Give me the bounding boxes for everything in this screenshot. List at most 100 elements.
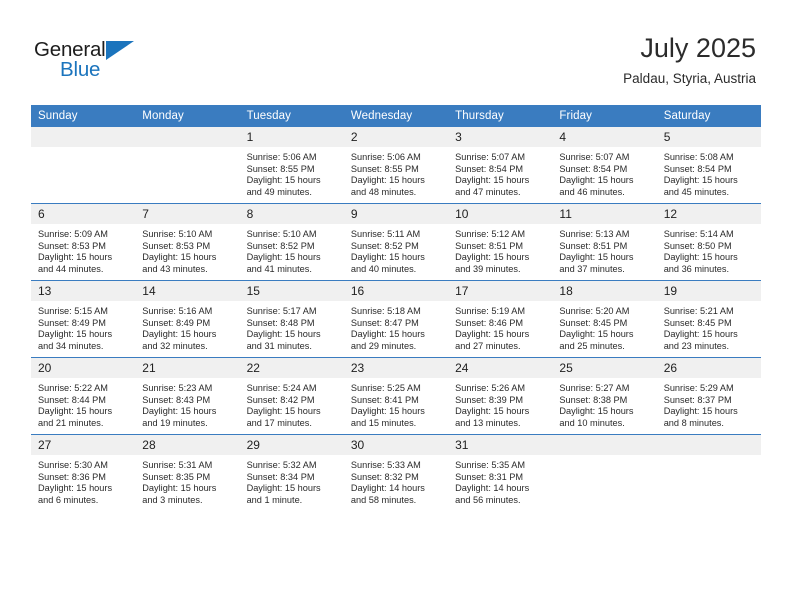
calendar-cell-empty	[135, 127, 240, 204]
calendar-day-cell[interactable]: 17 Sunrise: 5:19 AM Sunset: 8:46 PM Dayligh…	[448, 280, 553, 358]
sunrise-text: Sunrise: 5:32 AM	[246, 460, 317, 470]
calendar-day-cell[interactable]: 11 Sunrise: 5:13 AM Sunset: 8:51 PM Dayligh…	[552, 203, 657, 281]
sunrise-text: Sunrise: 5:13 AM	[559, 229, 630, 239]
calendar-day-cell[interactable]: 13 Sunrise: 5:15 AM Sunset: 8:49 PM Dayligh…	[31, 280, 136, 358]
day-details: Sunrise: 5:07 AM Sunset: 8:54 PM Daylight:…	[552, 147, 656, 198]
day-details: Sunrise: 5:29 AM Sunset: 8:37 PM Daylight:…	[657, 378, 761, 429]
day-details: Sunrise: 5:35 AM Sunset: 8:31 PM Daylight:…	[448, 455, 552, 506]
day-details: Sunrise: 5:30 AM Sunset: 8:36 PM Daylight:…	[31, 455, 135, 506]
calendar-day-cell[interactable]: 25 Sunrise: 5:27 AM Sunset: 8:38 PM Dayligh…	[552, 357, 657, 435]
sunrise-text: Sunrise: 5:20 AM	[559, 306, 630, 316]
calendar-day-cell[interactable]: 16 Sunrise: 5:18 AM Sunset: 8:47 PM Dayligh…	[343, 280, 449, 358]
calendar-day-cell[interactable]: 23 Sunrise: 5:25 AM Sunset: 8:41 PM Dayligh…	[343, 357, 449, 435]
calendar-cell-empty	[656, 434, 761, 511]
brand-logo[interactable]: General Blue	[34, 38, 164, 86]
sunrise-text: Sunrise: 5:27 AM	[559, 383, 630, 393]
day-number: 25	[552, 358, 657, 378]
calendar-day-cell[interactable]: 24 Sunrise: 5:26 AM Sunset: 8:39 PM Dayligh…	[448, 357, 553, 435]
weekday-header-thursday: Thursday	[448, 105, 553, 127]
calendar-day-cell[interactable]: 1 Sunrise: 5:06 AM Sunset: 8:55 PM Daylight…	[239, 127, 344, 204]
calendar-day-cell[interactable]: 9 Sunrise: 5:11 AM Sunset: 8:52 PM Daylight…	[343, 203, 449, 281]
calendar-day-cell[interactable]: 26 Sunrise: 5:29 AM Sunset: 8:37 PM Dayligh…	[656, 357, 761, 435]
page-subtitle: Paldau, Styria, Austria	[623, 71, 756, 86]
sunset-text: Sunset: 8:36 PM	[38, 471, 106, 482]
day-number	[31, 127, 136, 147]
calendar-day-cell[interactable]: 31 Sunrise: 5:35 AM Sunset: 8:31 PM Dayligh…	[448, 434, 553, 511]
calendar-day-cell[interactable]: 5 Sunrise: 5:08 AM Sunset: 8:54 PM Daylight…	[656, 127, 761, 204]
calendar-day-cell[interactable]: 20 Sunrise: 5:22 AM Sunset: 8:44 PM Dayligh…	[31, 357, 136, 435]
weekday-header-saturday: Saturday	[656, 105, 761, 127]
calendar-day-cell[interactable]: 8 Sunrise: 5:10 AM Sunset: 8:52 PM Daylight…	[239, 203, 344, 281]
day-details: Sunrise: 5:11 AM Sunset: 8:52 PM Daylight:…	[344, 224, 448, 275]
day-details: Sunrise: 5:20 AM Sunset: 8:45 PM Daylight:…	[552, 301, 656, 352]
day-number	[552, 435, 657, 455]
weekday-header-wednesday: Wednesday	[343, 105, 449, 127]
day-details: Sunrise: 5:16 AM Sunset: 8:49 PM Daylight:…	[135, 301, 239, 352]
weekday-header-tuesday: Tuesday	[239, 105, 344, 127]
calendar-day-cell[interactable]: 3 Sunrise: 5:07 AM Sunset: 8:54 PM Daylight…	[448, 127, 553, 204]
day-number: 12	[656, 204, 761, 224]
day-number: 11	[552, 204, 657, 224]
sunset-text: Sunset: 8:50 PM	[663, 240, 732, 251]
calendar-day-cell[interactable]: 14 Sunrise: 5:16 AM Sunset: 8:49 PM Dayligh…	[135, 280, 240, 358]
sunset-text: Sunset: 8:52 PM	[350, 240, 419, 251]
brand-name-blue: Blue	[60, 58, 101, 81]
calendar-day-cell[interactable]: 27 Sunrise: 5:30 AM Sunset: 8:36 PM Dayligh…	[31, 434, 136, 511]
daylight-text: Daylight: 15 hours and 32 minutes.	[142, 329, 217, 351]
sunset-text: Sunset: 8:52 PM	[246, 240, 315, 251]
sunrise-text: Sunrise: 5:35 AM	[455, 460, 526, 470]
calendar-day-cell[interactable]: 4 Sunrise: 5:07 AM Sunset: 8:54 PM Daylight…	[552, 127, 657, 204]
day-details: Sunrise: 5:33 AM Sunset: 8:32 PM Daylight:…	[344, 455, 448, 506]
day-number: 26	[656, 358, 761, 378]
sunrise-text: Sunrise: 5:15 AM	[38, 306, 108, 316]
day-number: 27	[31, 435, 136, 455]
daylight-text: Daylight: 14 hours and 56 minutes.	[455, 483, 530, 505]
calendar-body: 1 Sunrise: 5:06 AM Sunset: 8:55 PM Daylight…	[31, 127, 761, 511]
sunset-text: Sunset: 8:51 PM	[559, 240, 628, 251]
daylight-text: Daylight: 15 hours and 13 minutes.	[455, 406, 530, 428]
calendar-day-cell[interactable]: 12 Sunrise: 5:14 AM Sunset: 8:50 PM Dayligh…	[656, 203, 761, 281]
calendar-day-cell[interactable]: 19 Sunrise: 5:21 AM Sunset: 8:45 PM Dayligh…	[656, 280, 761, 358]
calendar-day-cell[interactable]: 22 Sunrise: 5:24 AM Sunset: 8:42 PM Dayligh…	[239, 357, 344, 435]
daylight-text: Daylight: 15 hours and 49 minutes.	[246, 175, 321, 197]
sunset-text: Sunset: 8:42 PM	[246, 394, 315, 405]
daylight-text: Daylight: 15 hours and 43 minutes.	[142, 252, 217, 274]
calendar-day-cell[interactable]: 21 Sunrise: 5:23 AM Sunset: 8:43 PM Dayligh…	[135, 357, 240, 435]
day-details: Sunrise: 5:14 AM Sunset: 8:50 PM Daylight:…	[657, 224, 761, 275]
daylight-text: Daylight: 15 hours and 34 minutes.	[38, 329, 113, 351]
sunset-text: Sunset: 8:38 PM	[559, 394, 628, 405]
calendar-day-cell[interactable]: 15 Sunrise: 5:17 AM Sunset: 8:48 PM Dayligh…	[239, 280, 344, 358]
day-number: 29	[239, 435, 344, 455]
day-number: 9	[343, 204, 449, 224]
calendar-day-cell[interactable]: 2 Sunrise: 5:06 AM Sunset: 8:55 PM Daylight…	[343, 127, 449, 204]
calendar-cell-empty	[31, 127, 136, 204]
calendar-day-cell[interactable]: 6 Sunrise: 5:09 AM Sunset: 8:53 PM Daylight…	[31, 203, 136, 281]
calendar-day-cell[interactable]: 29 Sunrise: 5:32 AM Sunset: 8:34 PM Dayligh…	[239, 434, 344, 511]
daylight-text: Daylight: 15 hours and 36 minutes.	[663, 252, 738, 274]
day-number: 15	[239, 281, 344, 301]
sunset-text: Sunset: 8:53 PM	[38, 240, 106, 251]
calendar-day-cell[interactable]: 30 Sunrise: 5:33 AM Sunset: 8:32 PM Dayligh…	[343, 434, 449, 511]
calendar-day-cell[interactable]: 28 Sunrise: 5:31 AM Sunset: 8:35 PM Dayligh…	[135, 434, 240, 511]
day-details: Sunrise: 5:15 AM Sunset: 8:49 PM Daylight:…	[31, 301, 135, 352]
sunrise-text: Sunrise: 5:19 AM	[455, 306, 526, 316]
sunrise-text: Sunrise: 5:30 AM	[38, 460, 108, 470]
calendar-day-cell[interactable]: 18 Sunrise: 5:20 AM Sunset: 8:45 PM Dayligh…	[552, 280, 657, 358]
sunset-text: Sunset: 8:43 PM	[142, 394, 211, 405]
day-details: Sunrise: 5:07 AM Sunset: 8:54 PM Daylight:…	[448, 147, 552, 198]
sunrise-text: Sunrise: 5:14 AM	[663, 229, 734, 239]
day-details: Sunrise: 5:12 AM Sunset: 8:51 PM Daylight:…	[448, 224, 552, 275]
daylight-text: Daylight: 15 hours and 46 minutes.	[559, 175, 634, 197]
calendar-week-row: 6 Sunrise: 5:09 AM Sunset: 8:53 PM Daylight…	[31, 203, 761, 281]
sunset-text: Sunset: 8:55 PM	[350, 163, 419, 174]
calendar-day-cell[interactable]: 7 Sunrise: 5:10 AM Sunset: 8:53 PM Daylight…	[135, 203, 240, 281]
day-details: Sunrise: 5:22 AM Sunset: 8:44 PM Daylight:…	[31, 378, 135, 429]
daylight-text: Daylight: 15 hours and 17 minutes.	[246, 406, 321, 428]
day-details: Sunrise: 5:08 AM Sunset: 8:54 PM Daylight:…	[657, 147, 761, 198]
sunset-text: Sunset: 8:39 PM	[455, 394, 524, 405]
day-number: 31	[448, 435, 553, 455]
day-details: Sunrise: 5:06 AM Sunset: 8:55 PM Daylight:…	[344, 147, 448, 198]
day-details: Sunrise: 5:32 AM Sunset: 8:34 PM Daylight:…	[240, 455, 344, 506]
calendar-day-cell[interactable]: 10 Sunrise: 5:12 AM Sunset: 8:51 PM Dayligh…	[448, 203, 553, 281]
daylight-text: Daylight: 15 hours and 10 minutes.	[559, 406, 634, 428]
